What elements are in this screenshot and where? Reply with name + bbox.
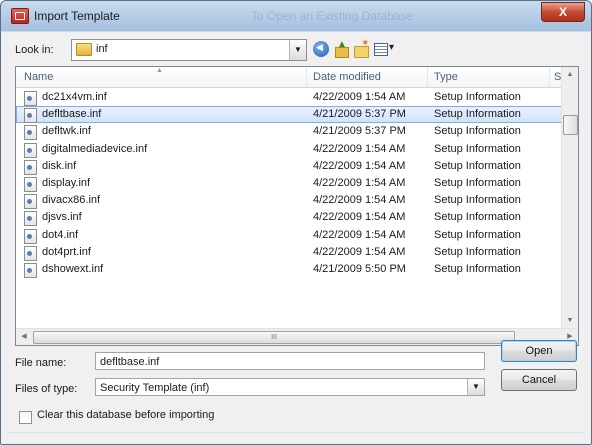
- inf-file-icon: [24, 194, 37, 210]
- inf-file-icon: [24, 142, 37, 158]
- file-date: 4/22/2009 1:54 AM: [313, 142, 406, 155]
- sort-ascending-icon: ▲: [156, 67, 163, 74]
- inf-file-icon: [24, 108, 37, 124]
- file-name: dot4.inf: [42, 228, 79, 241]
- bottom-divider: [7, 432, 585, 433]
- scroll-left-icon[interactable]: ◀: [16, 329, 32, 345]
- file-date: 4/22/2009 1:54 AM: [313, 176, 406, 189]
- files-of-type-value: Security Template (inf): [100, 382, 210, 394]
- view-menu-icon[interactable]: [373, 41, 397, 57]
- files-of-type-select[interactable]: Security Template (inf) ▼: [95, 378, 485, 396]
- column-header: ▲ Name Date modified Type Si: [16, 67, 564, 88]
- new-folder-icon[interactable]: [353, 38, 369, 58]
- file-type: Setup Information: [434, 176, 521, 189]
- open-button[interactable]: Open: [501, 340, 577, 362]
- chevron-down-icon[interactable]: ▼: [289, 40, 306, 60]
- clear-database-checkbox[interactable]: [19, 411, 32, 424]
- close-button[interactable]: X: [541, 2, 585, 22]
- file-date: 4/21/2009 5:37 PM: [313, 125, 406, 138]
- back-icon[interactable]: [313, 41, 329, 57]
- file-name: dc21x4vm.inf: [42, 91, 107, 103]
- vertical-scrollbar[interactable]: ▲ ▼: [561, 67, 578, 329]
- file-row[interactable]: dc21x4vm.inf 4/22/2009 1:54 AM Setup Infor…: [16, 89, 562, 106]
- file-name-label: File name:: [15, 357, 67, 369]
- file-date: 4/22/2009 1:54 AM: [313, 228, 406, 241]
- scroll-up-icon[interactable]: ▲: [562, 67, 578, 83]
- file-date: 4/21/2009 5:50 PM: [313, 262, 406, 275]
- file-name: divacx86.inf: [42, 194, 101, 207]
- file-list[interactable]: ▲ Name Date modified Type Si dc21x4vm.in…: [15, 66, 579, 346]
- file-name: display.inf: [42, 176, 91, 189]
- column-divider[interactable]: [549, 67, 550, 87]
- file-date: 4/21/2009 5:37 PM: [313, 108, 406, 121]
- vertical-scroll-thumb[interactable]: [563, 115, 578, 135]
- file-row-selected[interactable]: defltbase.inf 4/21/2009 5:37 PM Setup Info…: [16, 106, 562, 124]
- file-row[interactable]: defltwk.inf 4/21/2009 5:37 PM Setup Inform…: [16, 123, 562, 141]
- file-rows: dc21x4vm.inf 4/22/2009 1:54 AM Setup Infor…: [16, 89, 562, 278]
- title-bar[interactable]: Import Template To Open an Existing Data…: [1, 1, 591, 31]
- column-divider[interactable]: [306, 67, 307, 87]
- files-of-type-label: Files of type:: [15, 383, 78, 395]
- background-window-title: To Open an Existing Database: [251, 9, 414, 23]
- clear-database-label[interactable]: Clear this database before importing: [37, 409, 214, 421]
- look-in-label: Look in:: [15, 44, 54, 56]
- security-template-icon: [11, 8, 29, 24]
- file-row[interactable]: dshowext.inf 4/21/2009 5:50 PM Setup Infor…: [16, 261, 562, 278]
- file-type: Setup Information: [434, 228, 521, 241]
- file-row[interactable]: dot4.inf 4/22/2009 1:54 AM Setup Informati…: [16, 227, 562, 244]
- chevron-down-icon[interactable]: ▼: [467, 379, 484, 395]
- file-row[interactable]: divacx86.inf 4/22/2009 1:54 AM Setup Infor…: [16, 192, 562, 210]
- file-date: 4/22/2009 1:54 AM: [313, 211, 406, 224]
- horizontal-scroll-thumb[interactable]: III: [33, 331, 515, 344]
- folder-icon: [76, 43, 92, 56]
- cancel-button[interactable]: Cancel: [501, 369, 577, 391]
- file-name: defltbase.inf: [42, 108, 102, 121]
- file-row[interactable]: dot4prt.inf 4/22/2009 1:54 AM Setup Inform…: [16, 244, 562, 261]
- file-name: defltwk.inf: [42, 125, 91, 138]
- file-date: 4/22/2009 1:54 AM: [313, 91, 406, 103]
- column-name[interactable]: Name: [24, 71, 53, 83]
- file-date: 4/22/2009 1:54 AM: [313, 159, 406, 172]
- file-name: digitalmediadevice.inf: [42, 142, 148, 155]
- import-template-dialog: Import Template To Open an Existing Data…: [0, 0, 592, 445]
- file-type: Setup Information: [434, 91, 521, 103]
- file-name: disk.inf: [42, 159, 77, 172]
- column-type[interactable]: Type: [434, 71, 458, 83]
- column-date-modified[interactable]: Date modified: [313, 71, 381, 83]
- file-name: dshowext.inf: [42, 262, 104, 275]
- file-type: Setup Information: [434, 262, 521, 275]
- look-in-combo[interactable]: inf ▼: [71, 39, 307, 61]
- up-folder-icon[interactable]: [333, 39, 349, 58]
- file-type: Setup Information: [434, 211, 521, 224]
- inf-file-icon: [24, 176, 37, 192]
- column-divider[interactable]: [427, 67, 428, 87]
- file-type: Setup Information: [434, 245, 521, 258]
- inf-file-icon: [24, 245, 37, 261]
- file-type: Setup Information: [434, 159, 521, 172]
- file-type: Setup Information: [434, 142, 521, 155]
- file-name: dot4prt.inf: [42, 245, 91, 258]
- file-type: Setup Information: [434, 125, 521, 138]
- inf-file-icon: [24, 211, 37, 227]
- file-name-field[interactable]: defltbase.inf: [95, 352, 485, 370]
- dialog-body: Look in: inf ▼ ▲ Name Date modified Type…: [7, 32, 585, 438]
- file-row[interactable]: digitalmediadevice.inf 4/22/2009 1:54 AM S…: [16, 141, 562, 158]
- window-title: Import Template: [34, 9, 120, 23]
- horizontal-scrollbar[interactable]: ◀ III ▶: [16, 328, 578, 345]
- inf-file-icon: [24, 125, 37, 141]
- file-type: Setup Information: [434, 194, 521, 207]
- file-row[interactable]: display.inf 4/22/2009 1:54 AM Setup Inform…: [16, 175, 562, 192]
- scroll-down-icon[interactable]: ▼: [562, 313, 578, 329]
- file-date: 4/22/2009 1:54 AM: [313, 194, 406, 207]
- inf-file-icon: [24, 262, 37, 278]
- look-in-value: inf: [96, 43, 108, 55]
- file-name: djsvs.inf: [42, 211, 82, 224]
- file-date: 4/22/2009 1:54 AM: [313, 245, 406, 258]
- inf-file-icon: [24, 228, 37, 244]
- inf-file-icon: [24, 91, 37, 106]
- inf-file-icon: [24, 159, 37, 175]
- file-row[interactable]: djsvs.inf 4/22/2009 1:54 AM Setup Informat…: [16, 209, 562, 227]
- file-type: Setup Information: [434, 108, 521, 121]
- file-row[interactable]: disk.inf 4/22/2009 1:54 AM Setup Informati…: [16, 158, 562, 175]
